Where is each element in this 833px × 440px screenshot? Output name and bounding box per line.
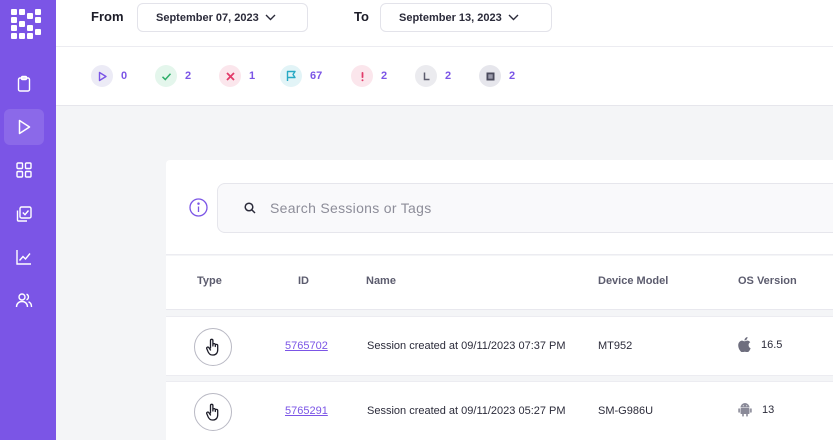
stat-pending[interactable]: 2: [415, 65, 451, 87]
stat-warning[interactable]: 2: [351, 65, 387, 87]
stat-count: 2: [509, 70, 516, 82]
tap-icon: [206, 403, 219, 421]
nav-item-sessions-list[interactable]: [4, 66, 44, 102]
table-row[interactable]: 5765702 Session created at 09/11/2023 07…: [166, 316, 833, 376]
pending-status-icon: [415, 65, 437, 87]
stat-count: 2: [185, 70, 192, 82]
os-version: 16.5: [761, 338, 783, 351]
session-name: Session created at 09/11/2023 05:27 PM: [367, 405, 566, 417]
warning-status-icon: [351, 65, 373, 87]
table-row[interactable]: 5765291 Session created at 09/11/2023 05…: [166, 381, 833, 440]
search-box: [217, 183, 833, 233]
apple-icon: [738, 337, 751, 352]
nav-item-analytics[interactable]: [4, 239, 44, 275]
stat-count: 67: [310, 70, 323, 82]
status-summary-bar: 0 2 1 67 2 2 2: [56, 47, 833, 106]
info-icon[interactable]: [189, 198, 208, 217]
check-status-icon: [155, 65, 177, 87]
sidebar: [0, 0, 56, 440]
stat-failed[interactable]: 1: [219, 65, 255, 87]
session-id-link[interactable]: 5765702: [285, 340, 328, 352]
stat-count: 2: [445, 70, 452, 82]
chevron-down-icon: [265, 14, 276, 21]
search-icon: [244, 202, 256, 214]
stat-passed[interactable]: 2: [155, 65, 191, 87]
session-type-button[interactable]: [194, 393, 232, 431]
device-model: SM-G986U: [598, 405, 654, 417]
nav-item-tests[interactable]: [4, 196, 44, 232]
from-date-picker[interactable]: September 07, 2023: [137, 3, 308, 32]
play-icon: [18, 119, 31, 135]
logo-grid-icon[interactable]: [11, 9, 41, 39]
column-header-os-version[interactable]: OS Version: [738, 275, 797, 287]
to-date-picker[interactable]: September 13, 2023: [380, 3, 552, 32]
android-icon: [738, 403, 752, 417]
os-version: 13: [762, 403, 775, 416]
date-filter-bar: From September 07, 2023 To September 13,…: [56, 0, 833, 47]
column-header-id[interactable]: ID: [298, 275, 309, 287]
play-status-icon: [91, 65, 113, 87]
os-version-cell: 16.5: [738, 337, 782, 352]
to-date-value: September 13, 2023: [399, 11, 502, 24]
grid-icon: [16, 162, 32, 178]
nav-item-users[interactable]: [4, 282, 44, 318]
os-version-cell: 13: [738, 402, 774, 417]
stat-count: 0: [121, 70, 128, 82]
device-model: MT952: [598, 340, 633, 352]
session-name: Session created at 09/11/2023 07:37 PM: [367, 340, 566, 352]
error-status-icon: [219, 65, 241, 87]
from-date-value: September 07, 2023: [156, 11, 259, 24]
check-copy-icon: [16, 206, 32, 222]
users-icon: [15, 293, 33, 308]
from-label: From: [91, 9, 124, 24]
clipboard-icon: [17, 75, 31, 92]
search-input[interactable]: [270, 200, 770, 216]
column-header-device-model[interactable]: Device Model: [598, 275, 668, 287]
stopped-status-icon: [479, 65, 501, 87]
stat-count: 2: [381, 70, 388, 82]
flag-status-icon: [280, 65, 302, 87]
session-type-button[interactable]: [194, 328, 232, 366]
column-header-name[interactable]: Name: [366, 275, 396, 287]
stat-flagged[interactable]: 67: [280, 65, 322, 87]
chevron-down-icon: [508, 14, 519, 21]
nav-item-dashboard[interactable]: [4, 152, 44, 188]
sessions-table-header: Type ID Name Device Model OS Version: [166, 256, 833, 310]
stat-count: 1: [249, 70, 256, 82]
to-label: To: [354, 9, 369, 24]
search-panel: [166, 160, 833, 255]
session-id-link[interactable]: 5765291: [285, 405, 328, 417]
stat-stopped[interactable]: 2: [479, 65, 515, 87]
column-header-type[interactable]: Type: [197, 275, 222, 287]
tap-icon: [206, 338, 219, 356]
chart-icon: [16, 250, 31, 265]
stat-running[interactable]: 0: [91, 65, 127, 87]
nav-item-sessions[interactable]: [4, 109, 44, 145]
